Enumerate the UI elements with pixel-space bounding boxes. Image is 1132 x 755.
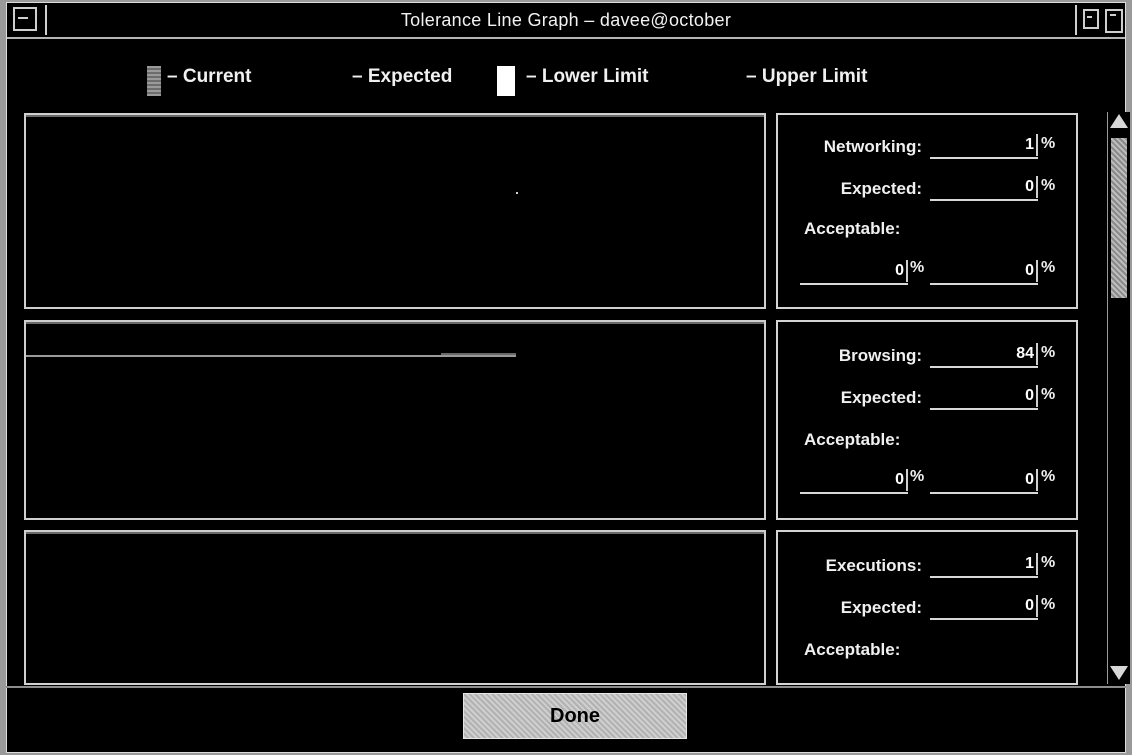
percent-sign: % <box>910 468 925 485</box>
networking-value-field[interactable]: 1 <box>930 131 1038 159</box>
executions-label: Executions: <box>825 556 922 575</box>
title-separator <box>1075 5 1077 35</box>
networking-expected-field[interactable]: 0 <box>930 173 1038 201</box>
percent-sign: % <box>1041 135 1056 152</box>
maximize-icon[interactable] <box>1105 9 1123 33</box>
legend-lower-limit: – Lower Limit <box>526 66 649 87</box>
graph-networking <box>24 113 766 309</box>
browsing-acceptable-label: Acceptable: <box>804 430 901 449</box>
browsing-acceptable-high-field[interactable]: 0 <box>930 466 1038 494</box>
graph-executions-plot <box>26 532 764 683</box>
legend-upper-limit: – Upper Limit <box>746 66 868 87</box>
graph-executions <box>24 530 766 685</box>
percent-sign: % <box>1041 596 1056 613</box>
graph-browsing-plot <box>26 353 516 357</box>
percent-sign: % <box>1041 468 1056 485</box>
window-title: Tolerance Line Graph – davee@october <box>400 10 732 30</box>
browsing-label: Browsing: <box>838 346 922 365</box>
networking-label: Networking: <box>823 137 922 156</box>
vertical-scrollbar[interactable] <box>1107 112 1130 684</box>
executions-expected-field[interactable]: 0 <box>930 592 1038 620</box>
networking-acceptable-low-field[interactable]: 0 <box>800 257 908 285</box>
legend-expected: – Expected <box>352 66 453 87</box>
scroll-down-arrow-icon[interactable] <box>1110 666 1128 680</box>
browsing-expected-label: Expected: <box>840 388 922 407</box>
done-button[interactable]: Done <box>463 693 687 739</box>
title-bar[interactable]: Tolerance Line Graph – davee@october <box>7 3 1125 39</box>
percent-sign: % <box>1041 344 1056 361</box>
panel-executions: Executions: 1 % Expected: 0 % Acceptable… <box>776 530 1078 685</box>
graph-point <box>516 192 518 194</box>
percent-sign: % <box>1041 386 1056 403</box>
percent-sign: % <box>1041 554 1056 571</box>
scroll-thumb[interactable] <box>1111 138 1127 298</box>
percent-sign: % <box>1041 177 1056 194</box>
legend: – Current – Expected – Lower Limit – Upp… <box>0 62 1132 98</box>
networking-acceptable-label: Acceptable: <box>804 219 901 238</box>
panel-browsing: Browsing: 84 % Expected: 0 % Acceptable:… <box>776 320 1078 520</box>
networking-acceptable-high-field[interactable]: 0 <box>930 257 1038 285</box>
legend-current: – Current <box>167 66 252 87</box>
percent-sign: % <box>910 259 925 276</box>
percent-sign: % <box>1041 259 1056 276</box>
graph-browsing <box>24 320 766 520</box>
scroll-up-arrow-icon[interactable] <box>1110 114 1128 128</box>
executions-value-field[interactable]: 1 <box>930 550 1038 578</box>
browsing-acceptable-low-field[interactable]: 0 <box>800 466 908 494</box>
panel-networking: Networking: 1 % Expected: 0 % Acceptable… <box>776 113 1078 309</box>
minimize-icon[interactable] <box>1083 9 1099 29</box>
bottom-divider <box>6 686 1126 688</box>
networking-expected-label: Expected: <box>840 179 922 198</box>
executions-expected-label: Expected: <box>840 598 922 617</box>
browsing-expected-field[interactable]: 0 <box>930 382 1038 410</box>
browsing-value-field[interactable]: 84 <box>930 340 1038 368</box>
graph-networking-plot <box>516 192 518 194</box>
executions-acceptable-label: Acceptable: <box>804 640 901 659</box>
